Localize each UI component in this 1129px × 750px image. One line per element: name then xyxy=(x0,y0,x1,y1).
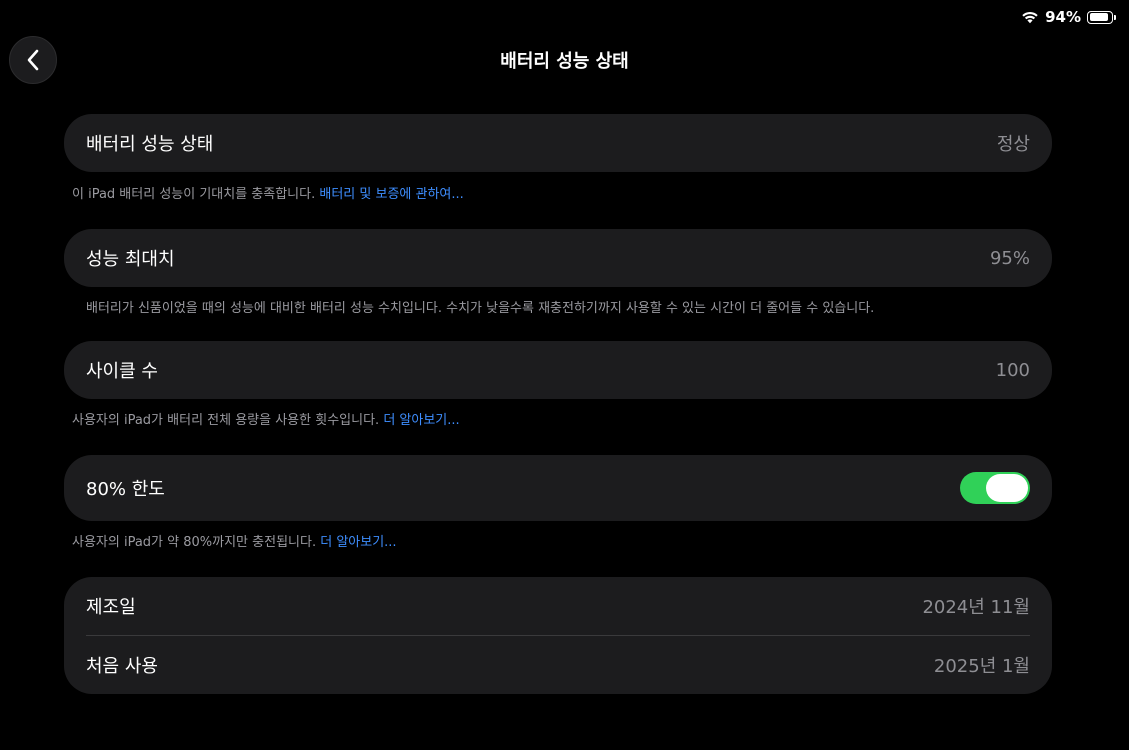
toggle-knob xyxy=(986,474,1028,502)
limit-80-note: 사용자의 iPad가 약 80%까지만 충전됩니다. 더 알아보기... xyxy=(72,531,397,550)
first-use-row: 처음 사용 2025년 1월 xyxy=(64,636,1052,694)
battery-health-value: 정상 xyxy=(996,134,1030,155)
battery-percent: 94% xyxy=(1045,8,1081,26)
page-title: 배터리 성능 상태 xyxy=(500,51,629,72)
cycle-count-learn-more-link[interactable]: 더 알아보기... xyxy=(383,413,459,428)
cycle-count-note-text: 사용자의 iPad가 배터리 전체 용량을 사용한 횟수입니다. xyxy=(72,413,380,428)
limit-80-label: 80% 한도 xyxy=(86,479,165,500)
battery-health-note: 이 iPad 배터리 성능이 기대치를 충족합니다. 배터리 및 보증에 관하여… xyxy=(72,183,464,202)
limit-80-note-text: 사용자의 iPad가 약 80%까지만 충전됩니다. xyxy=(72,535,317,550)
cycle-count-note: 사용자의 iPad가 배터리 전체 용량을 사용한 횟수입니다. 더 알아보기.… xyxy=(72,409,460,428)
wifi-icon xyxy=(1022,11,1038,24)
cycle-count-value: 100 xyxy=(995,359,1030,381)
battery-icon xyxy=(1087,10,1116,24)
screen: 94% 배터리 성능 상태 배터리 성능 상태 정상 이 iPad 배터리 성능… xyxy=(0,0,1129,750)
battery-health-row[interactable]: 배터리 성능 상태 정상 xyxy=(64,114,1052,172)
first-use-value: 2025년 1월 xyxy=(933,656,1030,677)
first-use-label: 처음 사용 xyxy=(86,656,158,677)
max-capacity-label: 성능 최대치 xyxy=(86,249,175,270)
battery-warranty-link[interactable]: 배터리 및 보증에 관하여... xyxy=(319,187,463,202)
battery-fill xyxy=(1089,13,1109,21)
manufacture-date-label: 제조일 xyxy=(86,597,136,618)
manufacture-date-row: 제조일 2024년 11월 xyxy=(64,577,1052,635)
limit-80-row: 80% 한도 xyxy=(64,455,1052,521)
cycle-count-row: 사이클 수 100 xyxy=(64,341,1052,399)
max-capacity-note: 배터리가 신품이었을 때의 성능에 대비한 배터리 성능 수치입니다. 수치가 … xyxy=(86,301,875,316)
limit-80-toggle[interactable] xyxy=(960,472,1030,504)
max-capacity-value: 95% xyxy=(989,247,1030,269)
battery-health-label: 배터리 성능 상태 xyxy=(86,134,214,155)
manufacture-date-value: 2024년 11월 xyxy=(922,597,1030,618)
cycle-count-label: 사이클 수 xyxy=(86,361,158,382)
max-capacity-row: 성능 최대치 95% xyxy=(64,229,1052,287)
status-bar: 94% xyxy=(1021,8,1116,26)
dates-group: 제조일 2024년 11월 처음 사용 2025년 1월 xyxy=(64,577,1052,694)
limit-80-learn-more-link[interactable]: 더 알아보기... xyxy=(320,535,396,550)
battery-health-note-text: 이 iPad 배터리 성능이 기대치를 충족합니다. xyxy=(72,187,316,202)
